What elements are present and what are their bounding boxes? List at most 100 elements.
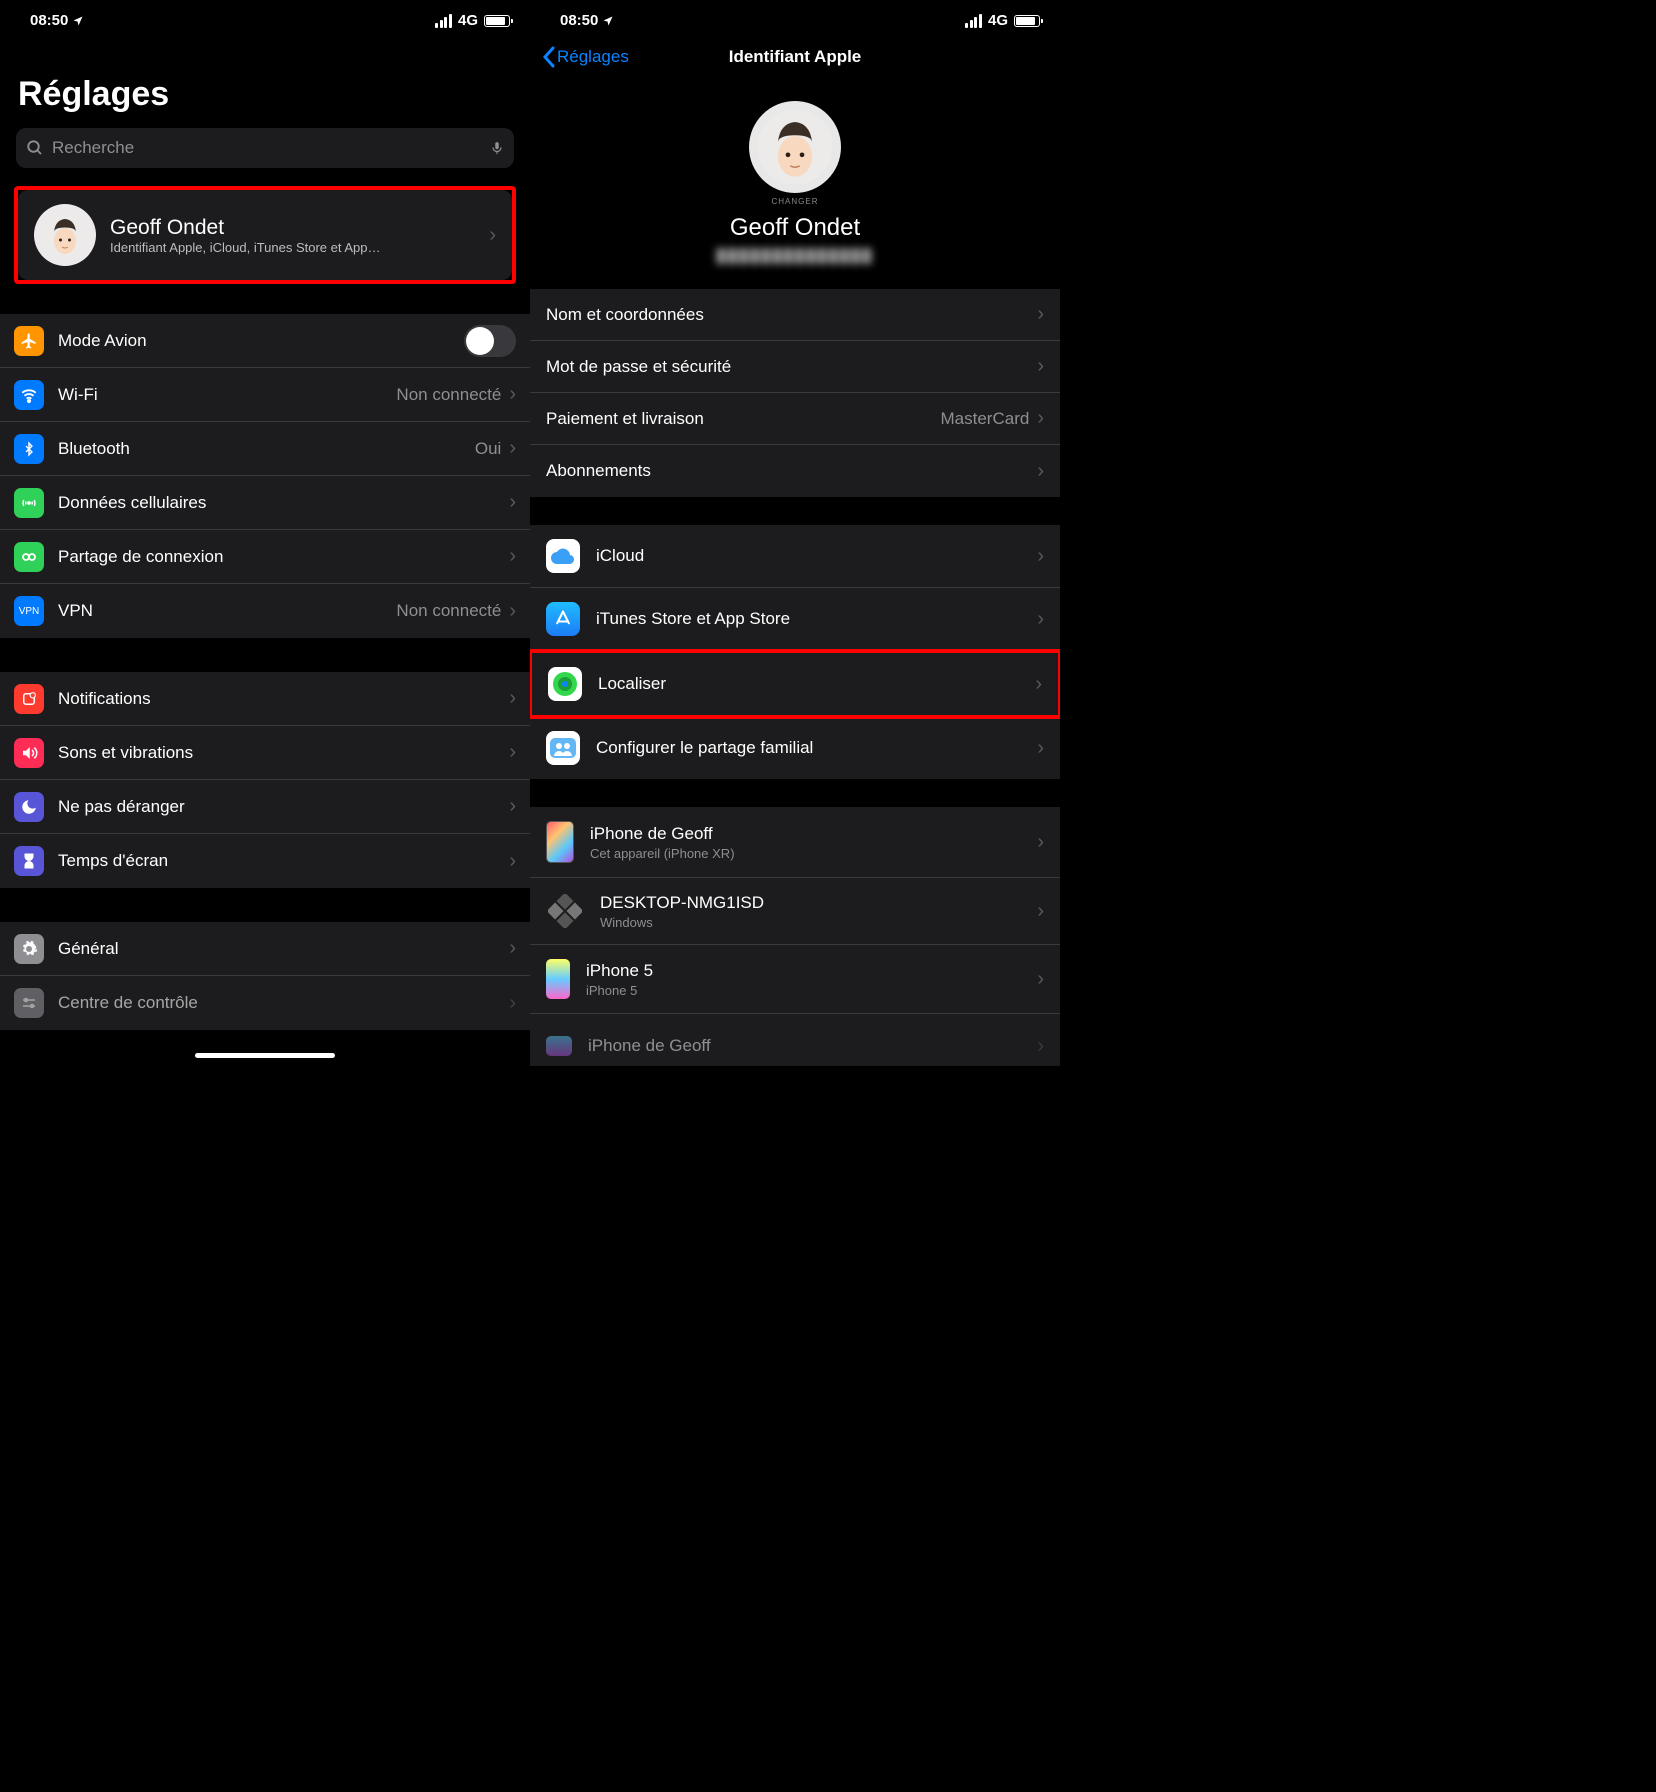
profile-subtitle: Identifiant Apple, iCloud, iTunes Store … [110, 240, 489, 255]
location-icon [602, 15, 614, 27]
row-bluetooth[interactable]: Bluetooth Oui › [0, 422, 530, 476]
notifications-label: Notifications [58, 689, 509, 709]
network-label: 4G [458, 12, 478, 29]
network-label: 4G [988, 12, 1008, 29]
findmy-icon [548, 667, 582, 701]
iphone-icon [546, 1036, 572, 1056]
row-airplane[interactable]: Mode Avion [0, 314, 530, 368]
status-bar: 08:50 4G [530, 0, 1060, 35]
row-findmy[interactable]: Localiser › [532, 653, 1058, 715]
device-name: iPhone 5 [586, 961, 1037, 981]
row-cellular[interactable]: Données cellulaires › [0, 476, 530, 530]
appleid-header: CHANGER Geoff Ondet ██████████████ [530, 79, 1060, 289]
row-name-contact[interactable]: Nom et coordonnées › [530, 289, 1060, 341]
settings-group-connectivity: Mode Avion Wi-Fi Non connecté › Bluetoot… [0, 314, 530, 638]
chevron-right-icon: › [509, 795, 516, 818]
password-security-label: Mot de passe et sécurité [546, 357, 1037, 377]
search-placeholder: Recherche [52, 138, 134, 158]
chevron-right-icon: › [509, 600, 516, 623]
search-input[interactable]: Recherche [16, 128, 514, 168]
vpn-value: Non connecté [396, 601, 501, 621]
appleid-screen: 08:50 4G Réglages Identifiant Apple CHAN… [530, 0, 1060, 1066]
chevron-right-icon: › [1037, 608, 1044, 631]
mic-icon[interactable] [490, 138, 504, 158]
chevron-right-icon: › [1037, 545, 1044, 568]
row-general[interactable]: Général › [0, 922, 530, 976]
chevron-right-icon: › [1035, 673, 1042, 696]
hotspot-icon [14, 542, 44, 572]
row-notifications[interactable]: Notifications › [0, 672, 530, 726]
cellular-icon [14, 488, 44, 518]
device-name: iPhone de Geoff [590, 824, 1037, 844]
wifi-icon [14, 380, 44, 410]
subscriptions-label: Abonnements [546, 461, 1037, 481]
row-appstore[interactable]: iTunes Store et App Store › [530, 588, 1060, 651]
controlcenter-icon [14, 988, 44, 1018]
home-indicator[interactable] [195, 1053, 335, 1058]
chevron-right-icon: › [1037, 1035, 1044, 1058]
row-subscriptions[interactable]: Abonnements › [530, 445, 1060, 497]
apple-id-row[interactable]: Geoff Ondet Identifiant Apple, iCloud, i… [18, 190, 512, 280]
row-hotspot[interactable]: Partage de connexion › [0, 530, 530, 584]
vpn-label: VPN [58, 601, 396, 621]
back-button[interactable]: Réglages [542, 46, 629, 68]
row-vpn[interactable]: VPN VPN Non connecté › [0, 584, 530, 638]
cellular-label: Données cellulaires [58, 493, 509, 513]
dnd-icon [14, 792, 44, 822]
chevron-right-icon: › [509, 545, 516, 568]
row-device-iphone2[interactable]: iPhone de Geoff › [530, 1014, 1060, 1066]
appleid-group-services: iCloud › iTunes Store et App Store › Loc… [530, 525, 1060, 779]
appleid-name: Geoff Ondet [730, 214, 860, 242]
search-icon [26, 139, 44, 157]
device-subtitle: iPhone 5 [586, 983, 1037, 998]
row-payment[interactable]: Paiement et livraison MasterCard › [530, 393, 1060, 445]
row-icloud[interactable]: iCloud › [530, 525, 1060, 588]
bluetooth-label: Bluetooth [58, 439, 475, 459]
status-time: 08:50 [30, 12, 68, 29]
memoji-icon [40, 210, 90, 260]
device-name: DESKTOP-NMG1ISD [600, 893, 1037, 913]
bluetooth-value: Oui [475, 439, 501, 459]
chevron-right-icon: › [1037, 303, 1044, 326]
iphone5-icon [546, 959, 570, 999]
hotspot-label: Partage de connexion [58, 547, 509, 567]
appleid-email: ██████████████ [717, 248, 874, 263]
back-label: Réglages [557, 47, 629, 67]
screentime-label: Temps d'écran [58, 851, 509, 871]
appleid-group-account: Nom et coordonnées › Mot de passe et séc… [530, 289, 1060, 497]
bluetooth-icon [14, 434, 44, 464]
change-avatar-label[interactable]: CHANGER [771, 197, 818, 206]
device-subtitle: Cet appareil (iPhone XR) [590, 846, 1037, 861]
chevron-right-icon: › [509, 741, 516, 764]
airplane-toggle[interactable] [464, 325, 516, 357]
battery-icon [484, 15, 510, 27]
row-sounds[interactable]: Sons et vibrations › [0, 726, 530, 780]
desktop-icon [546, 892, 584, 930]
payment-label: Paiement et livraison [546, 409, 941, 429]
chevron-right-icon: › [489, 224, 496, 247]
row-family[interactable]: Configurer le partage familial › [530, 717, 1060, 779]
findmy-highlight: Localiser › [530, 649, 1060, 719]
settings-group-attention: Notifications › Sons et vibrations › Ne … [0, 672, 530, 888]
status-bar: 08:50 4G [0, 0, 530, 35]
row-device-iphone5[interactable]: iPhone 5 iPhone 5 › [530, 945, 1060, 1014]
row-dnd[interactable]: Ne pas déranger › [0, 780, 530, 834]
row-password-security[interactable]: Mot de passe et sécurité › [530, 341, 1060, 393]
chevron-right-icon: › [509, 850, 516, 873]
memoji-icon [756, 108, 834, 186]
row-device-desktop[interactable]: DESKTOP-NMG1ISD Windows › [530, 878, 1060, 945]
chevron-right-icon: › [509, 437, 516, 460]
row-screentime[interactable]: Temps d'écran › [0, 834, 530, 888]
row-wifi[interactable]: Wi-Fi Non connecté › [0, 368, 530, 422]
page-title: Réglages [0, 35, 530, 122]
row-controlcenter[interactable]: Centre de contrôle › [0, 976, 530, 1030]
row-device-iphone-xr[interactable]: iPhone de Geoff Cet appareil (iPhone XR)… [530, 807, 1060, 878]
airplane-icon [14, 326, 44, 356]
findmy-label: Localiser [598, 674, 1035, 694]
wifi-value: Non connecté [396, 385, 501, 405]
payment-value: MasterCard [941, 409, 1030, 429]
dnd-label: Ne pas déranger [58, 797, 509, 817]
vpn-icon: VPN [14, 596, 44, 626]
avatar-large[interactable] [749, 101, 841, 193]
chevron-right-icon: › [509, 687, 516, 710]
